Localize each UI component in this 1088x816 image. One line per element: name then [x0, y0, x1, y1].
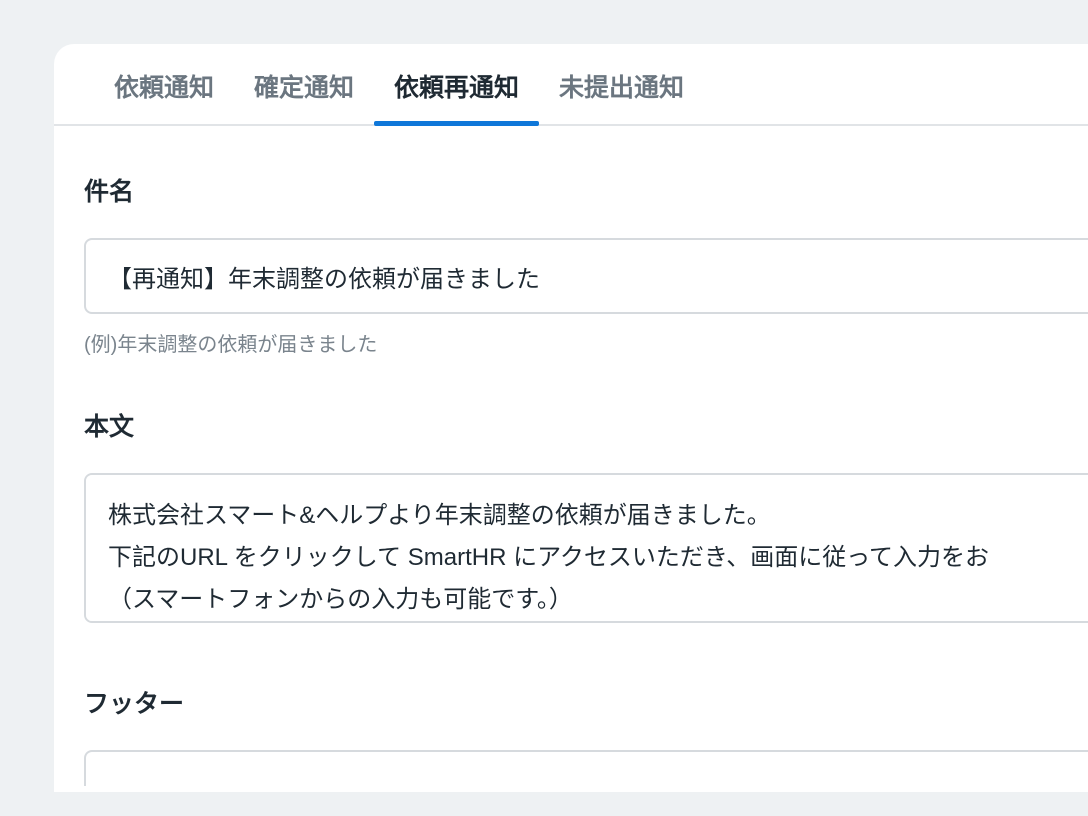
body-textarea[interactable]	[84, 473, 1088, 623]
subject-input[interactable]	[84, 238, 1088, 314]
tabs-bar: 依頼通知 確定通知 依頼再通知 未提出通知	[54, 44, 1088, 126]
settings-card: 依頼通知 確定通知 依頼再通知 未提出通知 件名 (例)年末調整の依頼が届きまし…	[54, 44, 1088, 792]
footer-input[interactable]	[84, 750, 1088, 786]
body-label: 本文	[84, 407, 1088, 443]
tab-confirm-notification[interactable]: 確定通知	[234, 68, 374, 124]
tab-request-notification[interactable]: 依頼通知	[94, 68, 234, 124]
footer-label: フッター	[84, 684, 1088, 720]
subject-hint: (例)年末調整の依頼が届きました	[84, 328, 1088, 357]
subject-label: 件名	[84, 172, 1088, 208]
tab-re-request-notification[interactable]: 依頼再通知	[374, 68, 539, 124]
tab-unsubmitted-notification[interactable]: 未提出通知	[539, 68, 704, 124]
form-content: 件名 (例)年末調整の依頼が届きました 本文 フッター	[54, 126, 1088, 792]
